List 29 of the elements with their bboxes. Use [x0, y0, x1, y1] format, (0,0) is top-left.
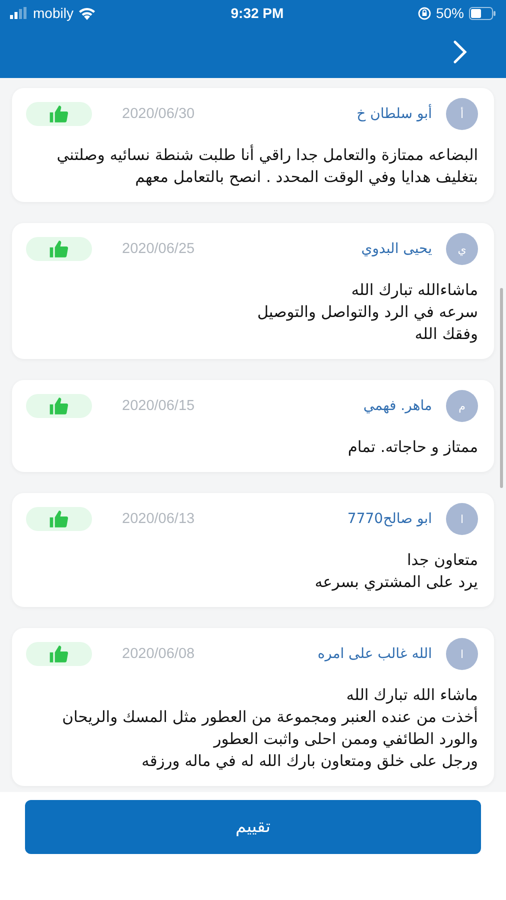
review-text: ماشاءالله تبارك الله سرعه في الرد والتواصل والتوصيل وفقك الله — [256, 280, 478, 345]
reviewer-name[interactable]: ابو صالح7770 — [208, 511, 432, 527]
avatar: ا — [446, 638, 478, 670]
signal-icon — [10, 7, 28, 19]
avatar: م — [446, 390, 478, 422]
avatar: أ — [446, 98, 478, 130]
reviewer-name[interactable]: ماهر. فهمي — [208, 398, 432, 414]
review-date: 2020/06/15 — [122, 398, 195, 414]
review-date: 2020/06/08 — [122, 646, 195, 662]
reviewer-name[interactable]: أبو سلطان خ — [208, 106, 432, 122]
review-date: 2020/06/30 — [122, 106, 195, 122]
wifi-icon — [78, 6, 96, 20]
avatar: ا — [446, 503, 478, 535]
rate-button[interactable]: تقييم — [25, 800, 481, 854]
review-date: 2020/06/13 — [122, 511, 195, 527]
review-date: 2020/06/25 — [122, 241, 195, 257]
review-text: البضاعه ممتازة والتعامل جدا راقي أنا طلبت شنطة نسائيه وصلتني بتغليف هدايا وفي الوقت المحدد . انصح بالتعامل معهم — [56, 144, 478, 188]
battery-icon — [468, 6, 496, 20]
avatar: ي — [446, 233, 478, 265]
reviewer-name[interactable]: يحيى البدوي — [208, 241, 432, 257]
review-text: ماشاء الله تبارك الله أخذت من عنده العنبر ومجموعة من العطور مثل المسك والريحان والورد الطائفي وممن احلى واثبت العطور ورجل على خلق ومتعاون بارك الله له في ماله ورزقه — [61, 685, 478, 772]
review-text: ممتاز و حاجاته. تمام — [346, 437, 478, 458]
clock-time: 9:32 PM — [230, 5, 284, 21]
carrier-name: mobily — [33, 5, 74, 21]
rotation-lock-icon — [418, 6, 431, 20]
back-button[interactable] — [452, 39, 468, 65]
reviewer-name[interactable]: الله غالب على امره — [208, 646, 432, 662]
review-text: متعاون جدا يرد على المشتري بسرعه — [314, 550, 478, 593]
battery-percent: 50% — [436, 5, 464, 21]
